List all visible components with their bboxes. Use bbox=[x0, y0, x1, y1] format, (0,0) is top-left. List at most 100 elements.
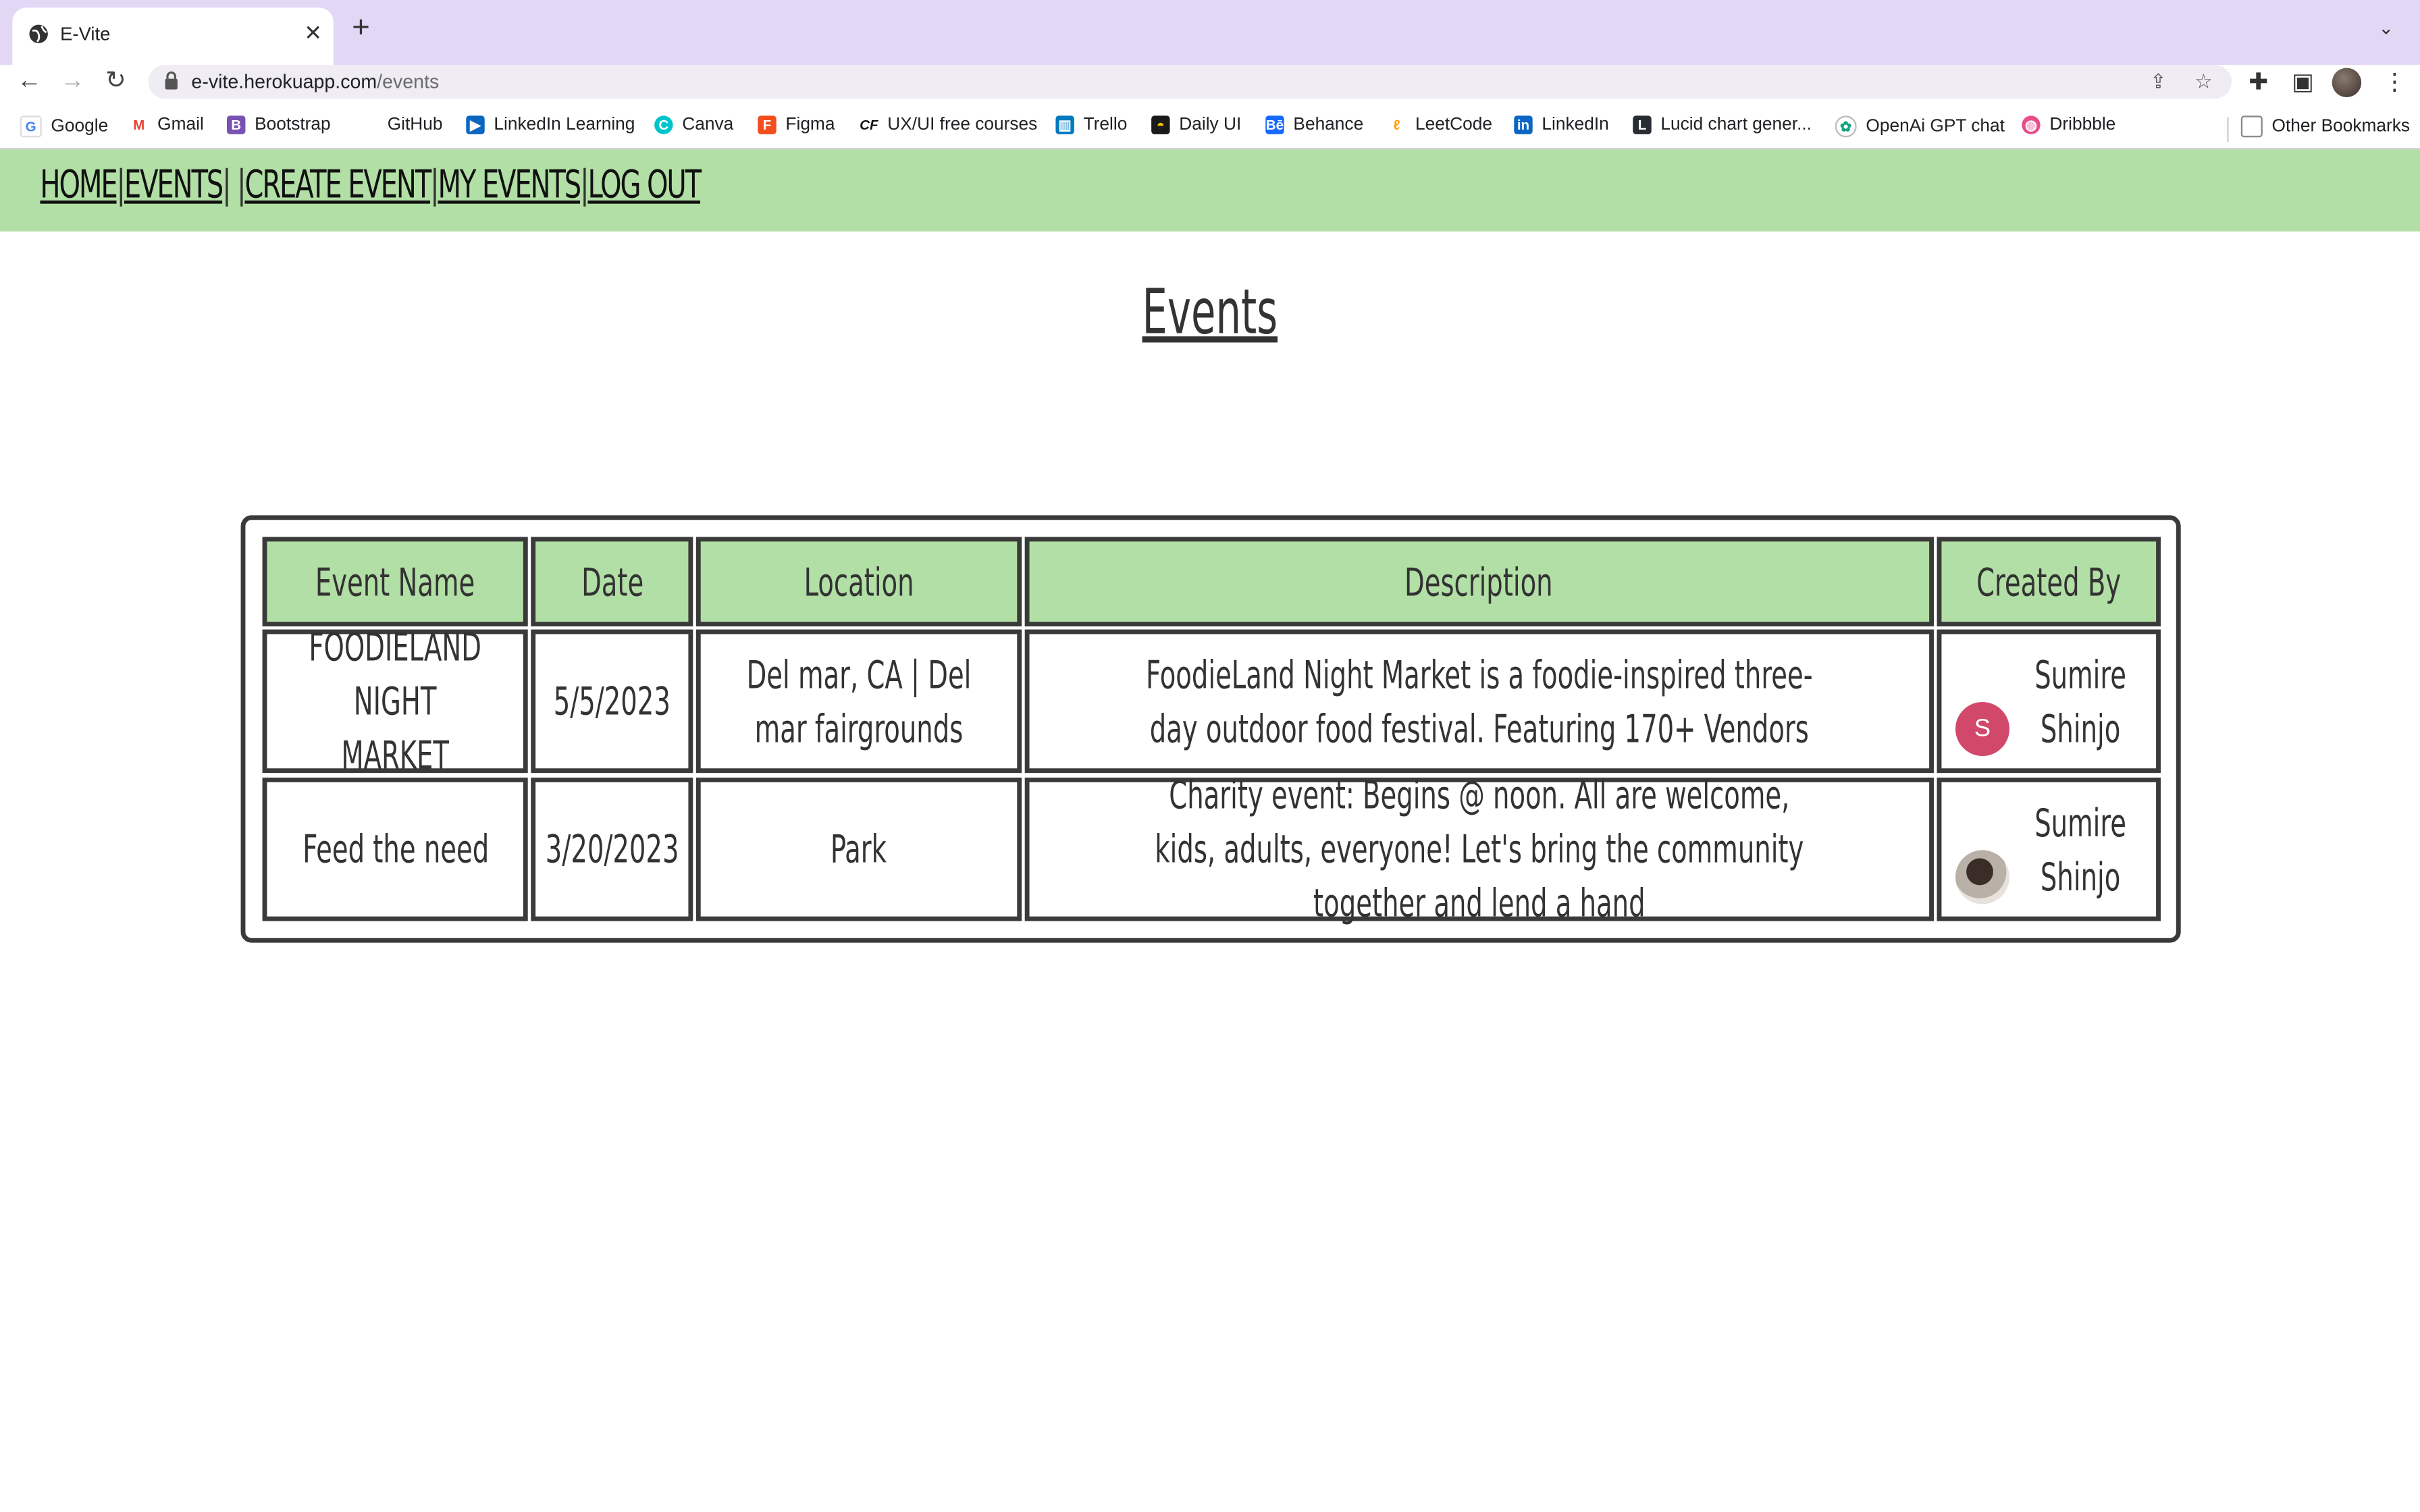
header-date: Date bbox=[531, 537, 693, 626]
linkedin-learning-icon: ▶ bbox=[466, 115, 485, 134]
url-text: e-vite.herokuapp.com/events bbox=[191, 71, 439, 92]
star-bookmark-icon[interactable]: ☆ bbox=[2194, 70, 2213, 94]
creator-name-wrap: Sumire Shinjo bbox=[2003, 782, 2156, 917]
nav-separator: | | bbox=[222, 161, 246, 207]
bookmark-ux-ui-courses[interactable]: CF UX/UI free courses bbox=[860, 115, 1037, 134]
bookmark-label: LeetCode bbox=[1415, 115, 1492, 134]
bookmark-label: Trello bbox=[1083, 115, 1128, 134]
bookmark-label: Bootstrap bbox=[255, 115, 331, 134]
bookmark-github[interactable]: GitHub bbox=[359, 115, 443, 134]
cell-text: FoodieLand Night Market is a foodie-insp… bbox=[1146, 651, 1813, 751]
events-table: Event Name Date Location Description Cre… bbox=[240, 515, 2181, 943]
page-title: Events bbox=[0, 277, 2420, 348]
cell-text: Feed the need bbox=[302, 827, 489, 872]
other-bookmarks-label: Other Bookmarks bbox=[2271, 117, 2411, 136]
url-path: /events bbox=[377, 71, 440, 93]
bookmark-figma[interactable]: F Figma bbox=[758, 115, 835, 134]
dribbble-icon: ◍ bbox=[2022, 115, 2041, 134]
header-label: Event Name bbox=[315, 559, 475, 604]
bookmark-dribbble[interactable]: ◍ Dribbble bbox=[2022, 115, 2115, 134]
nav-create-event-link[interactable]: CREATE EVENT bbox=[244, 162, 431, 207]
table-cell-location: Park bbox=[695, 777, 1022, 921]
browser-tab[interactable]: E-Vite ✕ bbox=[12, 7, 334, 65]
bookmark-behance[interactable]: Bē Behance bbox=[1265, 115, 1363, 134]
header-event-name: Event Name bbox=[262, 537, 528, 626]
bookmarks-bar: G Google M Gmail B Bootstrap GitHub ▶ Linked… bbox=[0, 111, 2420, 150]
leetcode-icon: ℓ bbox=[1387, 115, 1406, 134]
nav-links: HOME|EVENTS| |CREATE EVENT|MY EVENTS|LOG… bbox=[40, 161, 702, 207]
nav-my-events-link[interactable]: MY EVENTS bbox=[438, 162, 581, 207]
menu-kebab-icon[interactable]: ⋮ bbox=[2383, 68, 2406, 96]
trello-icon: ▥ bbox=[1055, 115, 1074, 134]
bookmark-gmail[interactable]: M Gmail bbox=[129, 115, 204, 134]
address-bar[interactable]: e-vite.herokuapp.com/events ⇪ ☆ bbox=[148, 64, 2232, 99]
cf-icon: CF bbox=[860, 115, 878, 134]
bookmark-label: Gmail bbox=[157, 115, 204, 134]
bookmark-label: LinkedIn Learning bbox=[494, 115, 635, 134]
bookmark-leetcode[interactable]: ℓ LeetCode bbox=[1387, 115, 1492, 134]
url-host: e-vite.herokuapp.com bbox=[191, 71, 377, 93]
bookmarks-divider bbox=[2227, 117, 2229, 142]
google-icon: G bbox=[20, 115, 42, 138]
table-cell-created-by: Sumire Shinjo bbox=[1937, 777, 2161, 921]
browser-toolbar: ← → ↻ e-vite.herokuapp.com/events ⇪ ☆ ✚ … bbox=[0, 64, 2420, 111]
gmail-icon: M bbox=[129, 115, 149, 134]
bookmark-linkedin-learning[interactable]: ▶ LinkedIn Learning bbox=[466, 115, 635, 134]
reload-icon[interactable]: ↻ bbox=[97, 65, 134, 102]
extensions-puzzle-icon[interactable]: ✚ bbox=[2248, 68, 2268, 96]
cell-text: Del mar, CA | Del mar fairgrounds bbox=[746, 651, 972, 751]
cell-text: 3/20/2023 bbox=[545, 827, 679, 872]
lock-icon bbox=[165, 71, 178, 90]
tab-search-chevron-icon[interactable]: ⌄ bbox=[2378, 17, 2394, 38]
profile-avatar[interactable] bbox=[2332, 68, 2362, 97]
nav-home-link[interactable]: HOME bbox=[40, 162, 117, 207]
bookmark-google[interactable]: G Google bbox=[20, 115, 109, 138]
cell-text: 5/5/2023 bbox=[553, 678, 670, 724]
share-icon[interactable]: ⇪ bbox=[2150, 70, 2167, 94]
creator-name: Sumire Shinjo bbox=[2034, 800, 2126, 899]
creator-name: Sumire Shinjo bbox=[2034, 651, 2126, 751]
creator-avatar-photo bbox=[1955, 850, 2009, 905]
side-panel-icon[interactable]: ▣ bbox=[2292, 68, 2313, 96]
bootstrap-icon: B bbox=[226, 115, 246, 134]
bookmark-daily-ui[interactable]: ◓ Daily UI bbox=[1151, 115, 1241, 134]
behance-icon: Bē bbox=[1265, 115, 1284, 134]
table-cell-description: FoodieLand Night Market is a foodie-insp… bbox=[1024, 629, 1934, 774]
page-title-text: Events bbox=[1142, 277, 1278, 349]
bookmark-trello[interactable]: ▥ Trello bbox=[1055, 115, 1127, 134]
bookmark-label: Google bbox=[51, 117, 109, 136]
bookmark-label: LinkedIn bbox=[1542, 115, 1609, 134]
bookmark-lucid-chart[interactable]: L Lucid chart gener... bbox=[1633, 115, 1812, 134]
bookmark-canva[interactable]: C Canva bbox=[654, 115, 733, 134]
nav-separator: | bbox=[430, 161, 440, 207]
forward-arrow-icon[interactable]: → bbox=[54, 65, 91, 102]
bookmark-label: UX/UI free courses bbox=[887, 115, 1038, 134]
header-location: Location bbox=[695, 537, 1022, 626]
openai-icon: ✿ bbox=[1835, 115, 1857, 138]
close-tab-icon[interactable]: ✕ bbox=[304, 20, 322, 47]
header-label: Date bbox=[581, 559, 643, 604]
header-description: Description bbox=[1024, 537, 1934, 626]
header-label: Created By bbox=[1976, 559, 2122, 604]
bookmark-label: Behance bbox=[1293, 115, 1364, 134]
new-tab-button[interactable]: + bbox=[352, 12, 370, 43]
canva-icon: C bbox=[654, 115, 673, 134]
bookmark-openai[interactable]: ✿ OpenAi GPT chat bbox=[1835, 115, 2005, 138]
other-bookmarks[interactable]: Other Bookmarks bbox=[2240, 115, 2411, 138]
nav-log-out-link[interactable]: LOG OUT bbox=[587, 162, 702, 207]
nav-events-link[interactable]: EVENTS bbox=[124, 162, 223, 207]
table-cell-created-by: S Sumire Shinjo bbox=[1937, 629, 2161, 774]
table-cell-location: Del mar, CA | Del mar fairgrounds bbox=[695, 629, 1022, 774]
creator-avatar: S bbox=[1955, 701, 2009, 756]
bookmark-linkedin[interactable]: in LinkedIn bbox=[1514, 115, 1609, 134]
cell-text: Park bbox=[831, 827, 887, 872]
bookmark-bootstrap[interactable]: B Bootstrap bbox=[226, 115, 331, 134]
table-cell-description: Charity event: Begins @ noon. All are we… bbox=[1024, 773, 1934, 925]
browser-tab-bar: E-Vite ✕ + ⌄ bbox=[0, 0, 2420, 65]
bookmark-label: Figma bbox=[785, 115, 835, 134]
header-created-by: Created By bbox=[1937, 537, 2161, 626]
back-arrow-icon[interactable]: ← bbox=[11, 65, 48, 102]
cell-text: Charity event: Begins @ noon. All are we… bbox=[1155, 773, 1804, 926]
table-cell-date: 3/20/2023 bbox=[531, 777, 693, 921]
app-navbar: HOME|EVENTS| |CREATE EVENT|MY EVENTS|LOG… bbox=[0, 149, 2420, 232]
